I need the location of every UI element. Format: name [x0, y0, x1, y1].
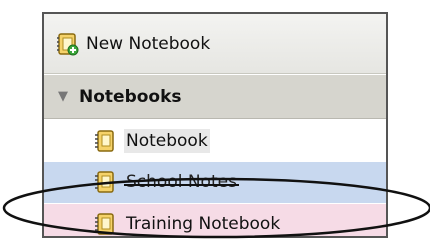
sidebar-item-label: School Notes: [124, 170, 239, 194]
sidebar-item-training-notebook[interactable]: Training Notebook: [44, 204, 386, 236]
notebooks-section-title: Notebooks: [79, 87, 182, 107]
notebook-panel: New Notebook ▼ Notebooks Notebook School…: [42, 12, 388, 238]
notebook-icon: [95, 171, 114, 193]
sidebar-item-label: Notebook: [124, 129, 210, 153]
new-notebook-icon: [57, 33, 79, 56]
notebooks-section-header[interactable]: ▼ Notebooks: [44, 75, 386, 119]
new-notebook-label: New Notebook: [86, 34, 211, 54]
screenshot-stage: New Notebook ▼ Notebooks Notebook School…: [0, 0, 430, 240]
notebook-icon: [95, 130, 114, 152]
new-notebook-button[interactable]: New Notebook: [44, 14, 386, 74]
sidebar-item-label: Training Notebook: [126, 214, 281, 234]
collapse-arrow-icon[interactable]: ▼: [58, 88, 68, 106]
notebook-icon: [95, 213, 114, 235]
sidebar-item-notebook[interactable]: Notebook: [44, 121, 386, 162]
school-notes-text: School Notes: [126, 172, 237, 192]
sidebar-item-school-notes[interactable]: School Notes: [44, 162, 386, 203]
strikethrough-line: [124, 184, 239, 186]
